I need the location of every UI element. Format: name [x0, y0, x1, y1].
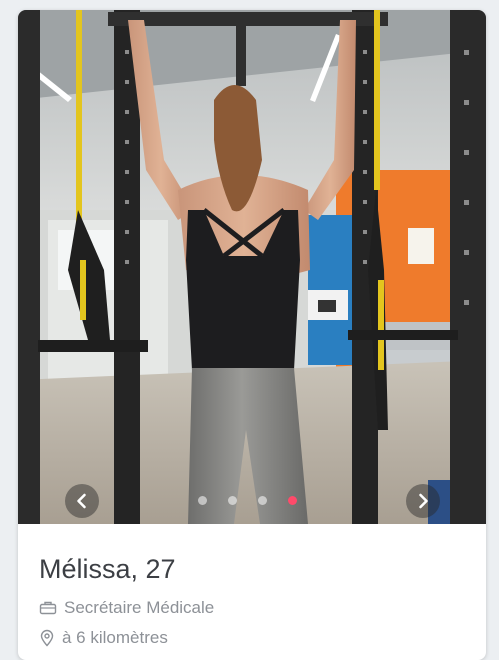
profile-info: Mélissa, 27 Secrétaire Médicale à 6 kilo… — [18, 524, 486, 660]
photo-dot-4-active[interactable] — [288, 496, 297, 505]
photo-dot-2[interactable] — [228, 496, 237, 505]
job-row: Secrétaire Médicale — [39, 598, 214, 618]
next-photo-button[interactable] — [406, 484, 440, 518]
chevron-left-icon — [77, 493, 86, 509]
distance-label: à 6 kilomètres — [62, 628, 168, 647]
profile-card[interactable]: Mélissa, 27 Secrétaire Médicale à 6 kilo… — [18, 10, 486, 660]
photo-dot-1[interactable] — [198, 496, 207, 505]
previous-photo-button[interactable] — [65, 484, 99, 518]
profile-name-age: Mélissa, 27 — [39, 554, 176, 584]
photo-pagination — [198, 496, 297, 505]
map-pin-icon — [40, 629, 54, 647]
chevron-right-icon — [419, 493, 428, 509]
briefcase-icon — [39, 601, 57, 615]
job-label: Secrétaire Médicale — [64, 598, 215, 617]
distance-row: à 6 kilomètres — [39, 628, 168, 648]
profile-photo[interactable] — [18, 10, 486, 524]
photo-dot-3[interactable] — [258, 496, 267, 505]
gym-photo-illustration — [18, 10, 486, 524]
